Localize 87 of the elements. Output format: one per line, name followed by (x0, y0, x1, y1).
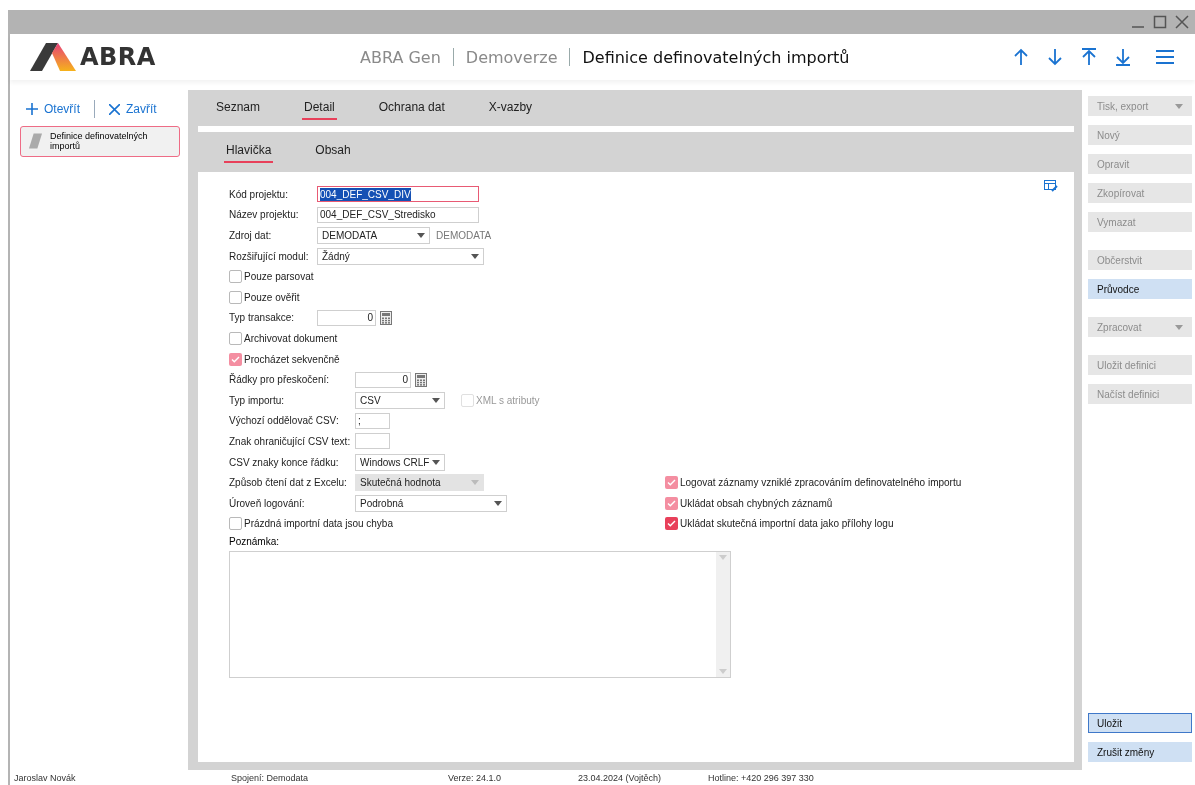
text-field[interactable] (355, 433, 390, 450)
calculator-icon[interactable] (380, 310, 392, 325)
checkbox-label: Prázdná importní data jsou chyba (244, 518, 393, 530)
caret-icon (719, 669, 727, 675)
checkbox-label: Pouze ověřit (244, 291, 300, 303)
check-icon (231, 355, 240, 363)
status-text: Verze: 24.1.0 (448, 772, 503, 783)
table-edit-icon[interactable] (1044, 180, 1058, 192)
check-icon (667, 499, 676, 507)
field-label: Způsob čtení dat z Excelu: (229, 477, 348, 489)
checkbox-label: XML s atributy (476, 394, 540, 406)
breadcrumb: ABRA Gen (360, 47, 441, 67)
caret-icon (719, 555, 727, 561)
field-label: Znak ohraničující CSV text: (229, 435, 351, 447)
field-label: Typ importu: (229, 394, 286, 406)
page-title: Definice definovatelných importů (582, 47, 850, 67)
checkbox[interactable] (229, 290, 242, 304)
checkbox[interactable] (665, 517, 678, 531)
tab[interactable]: Ochrana dat (376, 96, 447, 120)
checkbox-label: Archivovat dokument (244, 332, 338, 344)
text-field[interactable]: 004_DEF_CSV_Stredisko (317, 206, 479, 223)
action-button[interactable]: Zrušit změny (1088, 742, 1192, 762)
field-label: Řádky pro přeskočení: (229, 374, 331, 386)
arrow-to-bottom-icon[interactable] (1113, 47, 1133, 67)
caret-icon (494, 500, 502, 506)
field-label: Typ transakce: (229, 312, 296, 324)
tab[interactable]: Seznam (214, 96, 263, 120)
check-icon (667, 520, 676, 528)
dropdown-field[interactable]: Windows CRLF (355, 453, 445, 471)
document-icon (29, 133, 42, 150)
status-text: Jaroslav Novák (13, 772, 77, 783)
menu-icon[interactable] (1155, 47, 1175, 67)
checkbox-label: Ukládat obsah chybných záznamů (680, 497, 833, 509)
tab[interactable]: Obsah (313, 139, 353, 163)
field-label: Výchozí oddělovač CSV: (229, 415, 340, 427)
number-field[interactable]: 0 (317, 309, 376, 326)
close-icon (109, 103, 120, 115)
checkbox-label: Ukládat skutečná importní data jako přílohy logu (680, 518, 894, 530)
dropdown-field[interactable]: Podrobná (355, 494, 507, 512)
arrow-to-top-icon[interactable] (1079, 47, 1099, 67)
tab[interactable]: Hlavička (224, 139, 274, 163)
caret-icon (432, 397, 440, 403)
status-text: 23.04.2024 (Vojtěch) (578, 772, 663, 783)
check-icon (667, 479, 676, 487)
dropdown-field[interactable]: Žádný (317, 247, 484, 265)
field-label: Kód projektu: (229, 188, 289, 200)
checkbox-label: Procházet sekvenčně (244, 353, 340, 365)
source-hint: DEMODATA (436, 230, 492, 241)
text-field[interactable]: ; (355, 412, 390, 429)
note-label: Poznámka: (229, 536, 281, 548)
plus-icon (26, 103, 38, 115)
text-field[interactable]: 004_DEF_CSV_DIV (317, 186, 479, 203)
action-button[interactable]: Průvodce (1088, 279, 1192, 299)
number-field[interactable]: 0 (355, 371, 411, 388)
sidebar-item-label: Definice definovatelných importů (50, 131, 149, 152)
dropdown-field[interactable]: DEMODATA (317, 227, 430, 244)
close-icon[interactable] (1175, 15, 1189, 29)
field-label: CSV znaky konce řádku: (229, 456, 340, 468)
arrow-down-icon[interactable] (1045, 47, 1065, 67)
field-label: Rozšiřující modul: (229, 250, 310, 262)
tab[interactable]: X-vazby (486, 96, 535, 120)
close-link[interactable]: Zavřít (109, 102, 157, 116)
tab[interactable]: Detail (302, 96, 337, 120)
checkbox[interactable] (229, 517, 242, 531)
checkbox-label: Logovat záznamy vzniklé zpracováním definovatelného importu (680, 477, 962, 489)
caret-icon (417, 233, 425, 238)
field-label: Úroveň logování: (229, 497, 306, 509)
caret-icon (432, 459, 440, 465)
checkbox-label: Pouze parsovat (244, 271, 314, 283)
checkbox[interactable] (229, 270, 242, 284)
action-button[interactable]: Uložit (1088, 713, 1192, 733)
caret-icon (471, 253, 479, 259)
sidebar-item[interactable]: Definice definovatelných importů (20, 126, 180, 157)
status-text: Spojení: Demodata (231, 772, 310, 783)
caret-icon (471, 480, 479, 486)
status-text: Hotline: +420 296 397 330 (708, 772, 815, 783)
field-label: Název projektu: (229, 209, 300, 221)
logo-text: ABRA (80, 43, 156, 71)
calculator-icon[interactable] (415, 372, 427, 387)
maximize-icon[interactable] (1153, 15, 1167, 29)
checkbox[interactable] (229, 331, 242, 345)
logo-icon (30, 43, 76, 71)
breadcrumb: Demoverze (465, 47, 558, 67)
dropdown-field[interactable]: CSV (355, 391, 445, 409)
field-label: Zdroj dat: (229, 230, 273, 241)
note-field[interactable] (229, 551, 731, 679)
open-link[interactable]: Otevřít (26, 102, 80, 116)
